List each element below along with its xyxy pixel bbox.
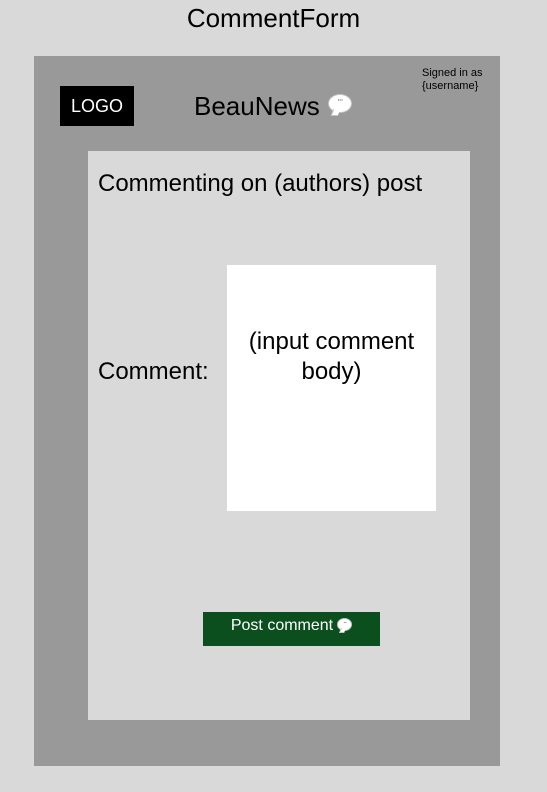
signed-in-label: Signed in as	[422, 67, 483, 79]
form-heading: Commenting on (authors) post	[98, 170, 423, 197]
speech-bubble-icon: ···	[327, 93, 352, 113]
signed-in-status: Signed in as {username}	[422, 67, 483, 93]
comment-placeholder-line-1: (input comment	[248, 328, 415, 355]
app-window: LOGO BeauNews ··· Signed in as {username…	[34, 56, 500, 766]
comment-form-panel: Commenting on (authors) post Comment: (i…	[88, 151, 470, 720]
logo[interactable]: LOGO	[60, 86, 134, 126]
frame-title: CommentForm	[186, 3, 361, 33]
comment-body-placeholder: (input comment body)	[227, 327, 436, 387]
speech-bubble-icon: ···	[337, 617, 353, 631]
comment-label: Comment:	[98, 358, 209, 385]
post-comment-label: Post comment	[230, 617, 334, 634]
post-comment-button[interactable]: Post comment ···	[203, 612, 380, 646]
comment-placeholder-line-2: body)	[301, 358, 362, 385]
brand-name: BeauNews	[194, 91, 320, 121]
signed-in-username: {username}	[422, 80, 479, 92]
brand-title: BeauNews ···	[194, 88, 352, 124]
comment-body-input[interactable]: (input comment body)	[227, 265, 436, 511]
